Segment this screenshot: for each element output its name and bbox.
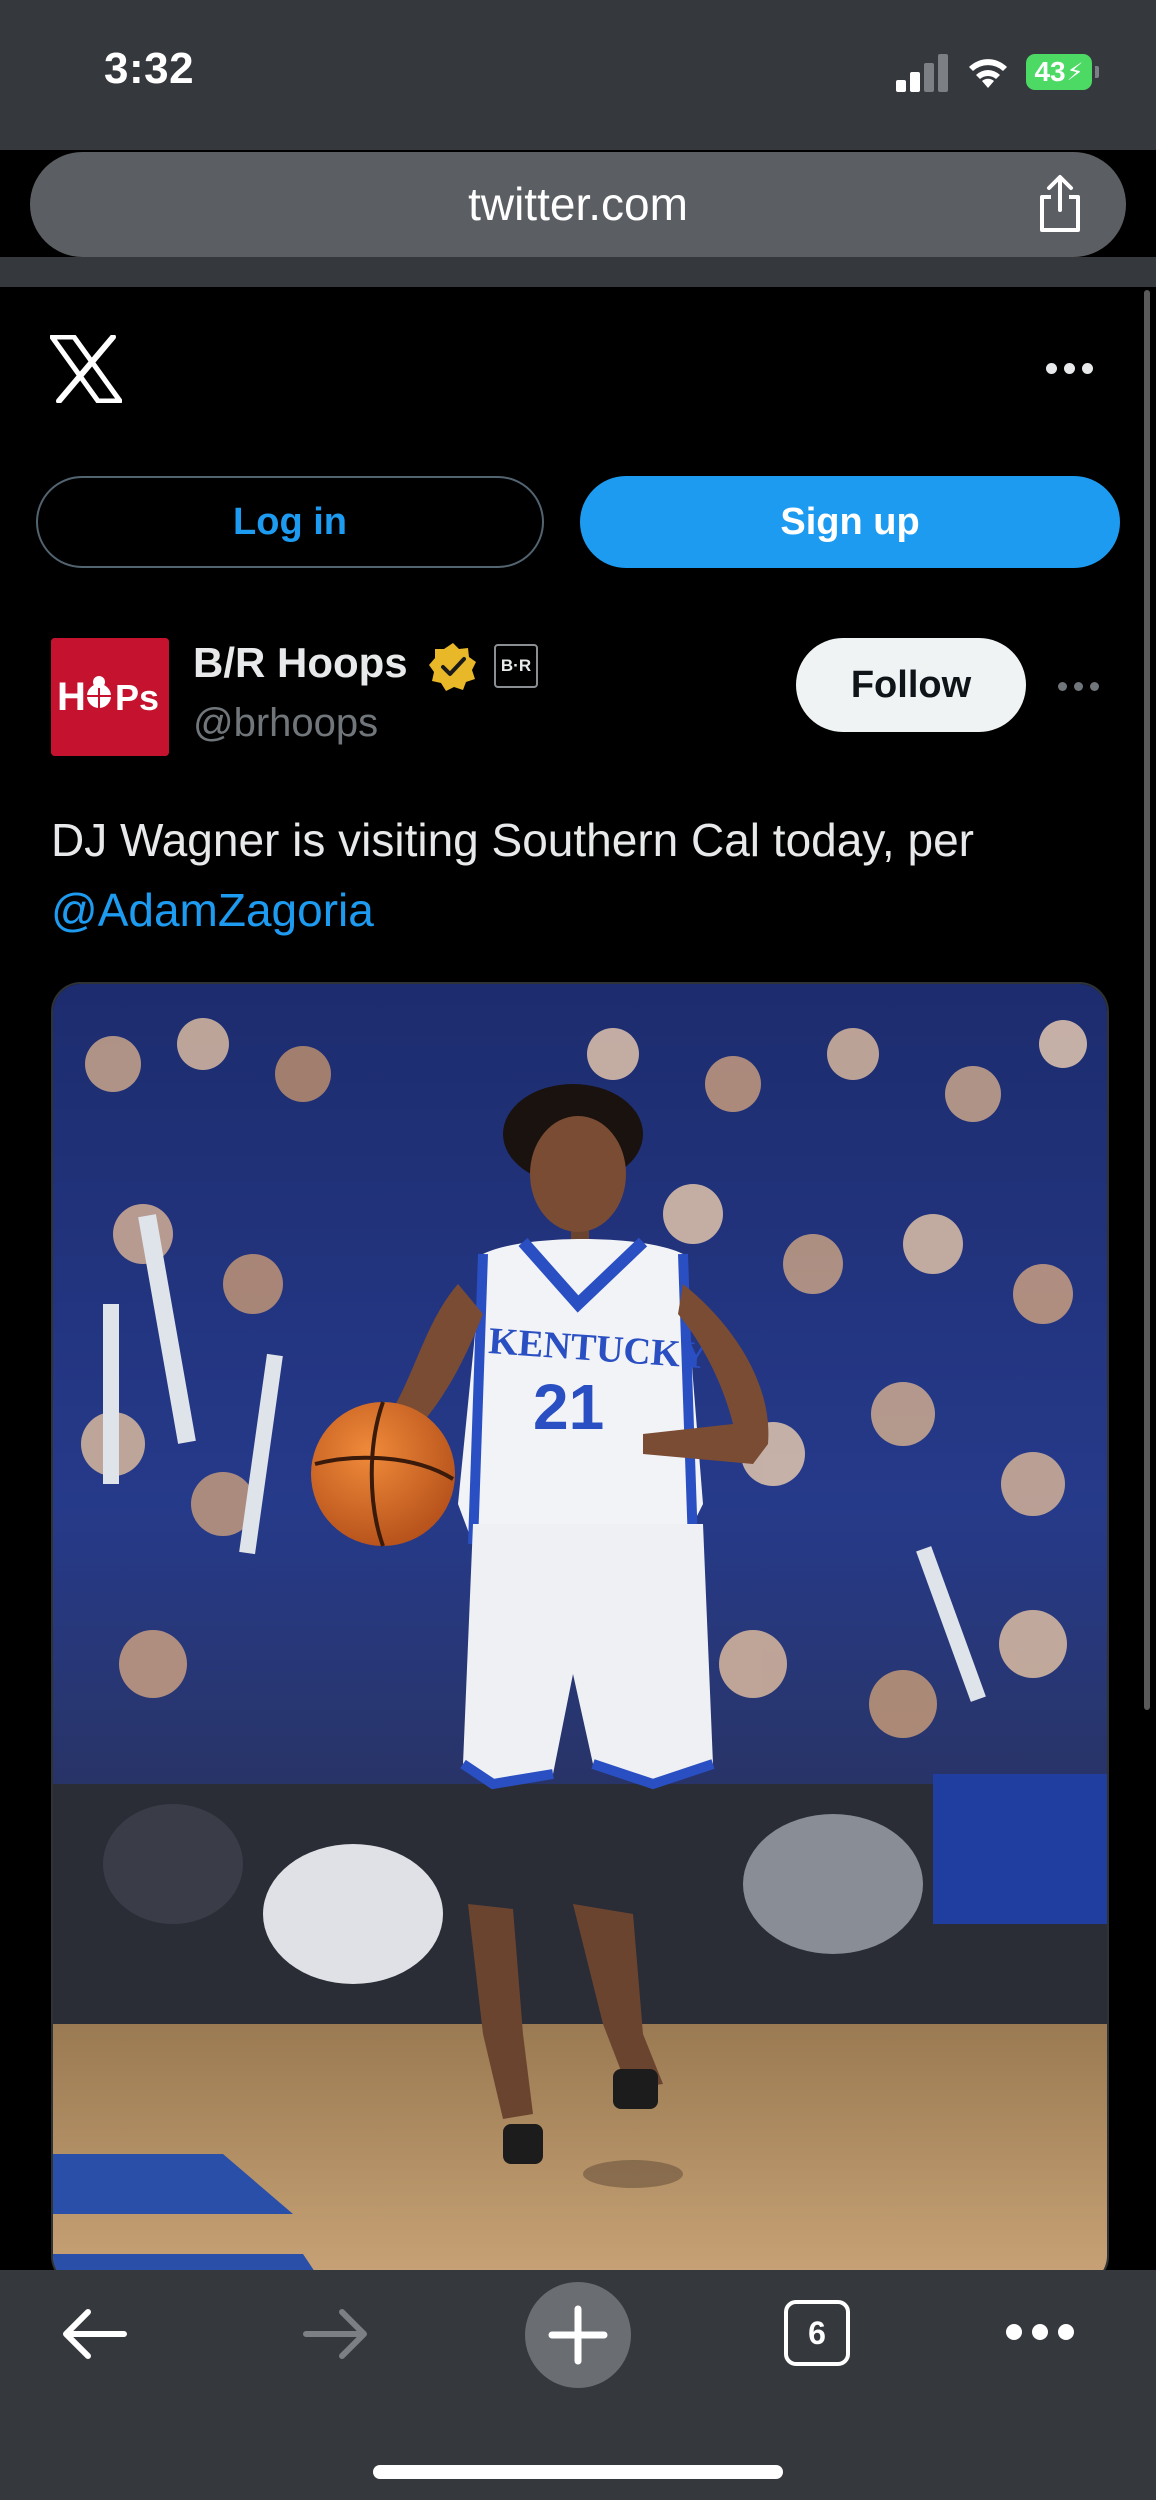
affiliate-badge: B·R [494, 644, 538, 688]
new-tab-button[interactable] [525, 2282, 631, 2388]
more-options-icon[interactable] [1046, 363, 1094, 375]
url-text: twitter.com [468, 178, 688, 230]
home-indicator[interactable] [373, 2465, 783, 2479]
page-scrollbar[interactable] [1144, 290, 1150, 1710]
status-time: 3:32 [104, 44, 195, 93]
svg-text:H: H [57, 675, 86, 719]
twitter-page: Log in Sign up H Ps B/R Hoops B·R @brhoo… [0, 287, 1156, 2270]
br-hoops-logo: H Ps [51, 638, 169, 756]
battery-icon: 43 ⚡ [1026, 54, 1099, 90]
arrow-left-icon[interactable] [58, 2304, 130, 2364]
tweet-photo[interactable]: KENTUCKY 21 [51, 982, 1109, 2270]
x-logo-icon[interactable] [50, 335, 122, 403]
wifi-icon [969, 59, 1007, 88]
follow-button[interactable]: Follow [796, 638, 1026, 732]
author-name[interactable]: B/R Hoops [193, 639, 408, 687]
tweet-body: DJ Wagner is visiting Southern Cal today… [51, 814, 974, 866]
tweet-text: DJ Wagner is visiting Southern Cal today… [51, 805, 1111, 945]
mention-link[interactable]: @AdamZagoria [51, 884, 374, 936]
share-icon[interactable] [1032, 172, 1088, 236]
charging-bolt-icon: ⚡ [1066, 58, 1084, 86]
browser-chrome-gap [0, 257, 1156, 287]
status-bar: 3:32 43 ⚡ [0, 0, 1156, 150]
address-bar[interactable]: twitter.com [30, 152, 1126, 257]
more-horizontal-icon[interactable] [1004, 2322, 1076, 2342]
avatar[interactable]: H Ps [51, 638, 169, 756]
jersey-number: 21 [533, 1371, 604, 1443]
cellular-signal-icon [896, 52, 948, 92]
tabs-button[interactable]: 6 [784, 2300, 850, 2366]
svg-text:Ps: Ps [115, 677, 159, 718]
verified-badge-icon [429, 643, 476, 691]
login-button[interactable]: Log in [36, 476, 544, 568]
plus-icon [548, 2305, 608, 2365]
basketball-player-photo: KENTUCKY 21 [53, 984, 1107, 2270]
tweet-more-icon[interactable] [1058, 682, 1100, 694]
signup-button[interactable]: Sign up [580, 476, 1120, 568]
battery-level: 43 [1034, 56, 1066, 87]
arrow-right-icon[interactable] [300, 2304, 372, 2364]
author-handle[interactable]: @brhoops [193, 701, 378, 746]
